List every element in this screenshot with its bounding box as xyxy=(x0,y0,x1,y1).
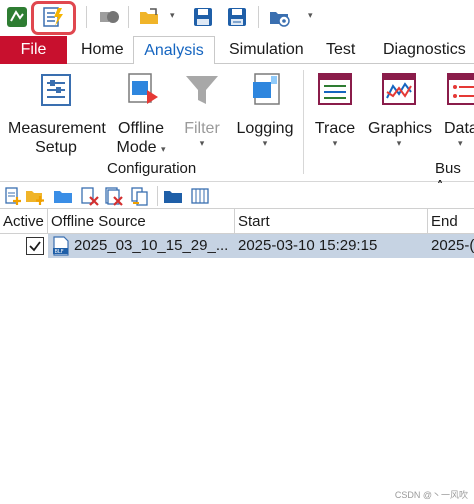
checkmark-icon xyxy=(29,241,41,252)
trace-icon xyxy=(318,73,352,105)
highlight-box xyxy=(31,1,76,35)
ribbon-tabs: File Home Analysis Simulation Test Diagn… xyxy=(0,36,474,65)
trace-caret: ▾ xyxy=(332,138,338,148)
offline-mode-label-2: Mode ▾ xyxy=(116,139,166,156)
blf-file-icon: BLF xyxy=(53,236,69,256)
graphics-label: Graphics xyxy=(368,120,433,137)
tab-home[interactable]: Home xyxy=(81,36,124,64)
svg-text:BLF: BLF xyxy=(55,249,64,255)
offline-mode-label-1: Offline xyxy=(118,120,164,137)
logging-label: Logging xyxy=(236,120,294,137)
remove-file-icon[interactable] xyxy=(80,186,100,206)
measurement-setup-icon xyxy=(41,74,71,106)
ribbon-panel: Measurement Setup Offline Mode ▾ Filter … xyxy=(0,64,474,194)
graphics-button[interactable]: Graphics ▾ xyxy=(368,72,433,148)
group-label-configuration: Configuration xyxy=(107,160,197,177)
logging-icon xyxy=(253,73,280,105)
offline-source-cell: 2025_03_10_15_29_... xyxy=(74,237,229,254)
graphics-caret: ▾ xyxy=(396,138,402,148)
tab-test[interactable]: Test xyxy=(326,36,355,64)
open-source-icon[interactable] xyxy=(163,186,183,206)
data-label: Data xyxy=(444,120,474,137)
data-caret: ▾ xyxy=(458,138,463,148)
tab-diagnostics[interactable]: Diagnostics xyxy=(383,36,466,64)
tab-analysis[interactable]: Analysis xyxy=(133,36,215,65)
open-dropdown-icon[interactable]: ▾ xyxy=(170,10,175,21)
filter-icon xyxy=(186,76,218,104)
active-checkbox[interactable] xyxy=(26,237,44,255)
remove-all-icon[interactable] xyxy=(104,186,124,206)
add-file-icon[interactable] xyxy=(3,186,23,206)
measurement-setup-label-1: Measurement xyxy=(8,120,106,137)
app-logo-icon[interactable] xyxy=(4,4,30,30)
filter-button[interactable]: Filter ▾ xyxy=(182,72,222,148)
offline-source-toolbar xyxy=(0,183,474,209)
table-row[interactable]: BLF 2025_03_10_15_29_... 2025-03-10 15:2… xyxy=(0,234,474,258)
filter-label: Filter xyxy=(184,120,220,137)
customize-icon[interactable]: ▾ xyxy=(308,10,313,21)
open-folder-icon[interactable] xyxy=(136,4,162,30)
trace-button[interactable]: Trace ▾ xyxy=(312,72,358,148)
folder-icon[interactable] xyxy=(53,186,73,206)
graphics-icon xyxy=(382,73,416,105)
column-header-active[interactable]: Active xyxy=(0,209,48,234)
data-button[interactable]: Data ▾ xyxy=(444,72,474,148)
tab-simulation[interactable]: Simulation xyxy=(229,36,304,64)
column-header-offline-source[interactable]: Offline Source xyxy=(48,209,235,234)
add-folder-icon[interactable] xyxy=(25,186,45,206)
trace-label: Trace xyxy=(314,120,356,137)
offline-mode-icon xyxy=(128,73,158,104)
logging-caret: ▾ xyxy=(262,138,268,148)
config-open-icon[interactable] xyxy=(266,4,292,30)
save-icon[interactable] xyxy=(190,4,216,30)
table-header: Active Offline Source Start End xyxy=(0,209,474,234)
tab-file[interactable]: File xyxy=(0,36,67,64)
filter-caret: ▾ xyxy=(199,138,205,148)
offline-mode-button[interactable]: Offline Mode ▾ xyxy=(112,72,170,159)
copy-file-icon[interactable] xyxy=(130,186,150,206)
save-as-icon[interactable] xyxy=(224,4,250,30)
column-header-end[interactable]: End xyxy=(428,209,474,234)
quick-access-toolbar: ▾ ▾ xyxy=(0,0,474,36)
measurement-setup-label-2: Setup xyxy=(35,139,77,156)
data-icon xyxy=(447,73,474,105)
watermark-text: CSDN @丶一风吹 xyxy=(394,490,468,500)
record-icon[interactable] xyxy=(96,4,122,30)
measurement-setup-button[interactable]: Measurement Setup xyxy=(8,72,106,157)
start-cell: 2025-03-10 15:29:15 xyxy=(238,237,378,254)
end-cell: 2025-( xyxy=(431,237,474,254)
column-header-start[interactable]: Start xyxy=(235,209,428,234)
logging-button[interactable]: Logging ▾ xyxy=(234,72,296,148)
columns-icon[interactable] xyxy=(190,186,210,206)
